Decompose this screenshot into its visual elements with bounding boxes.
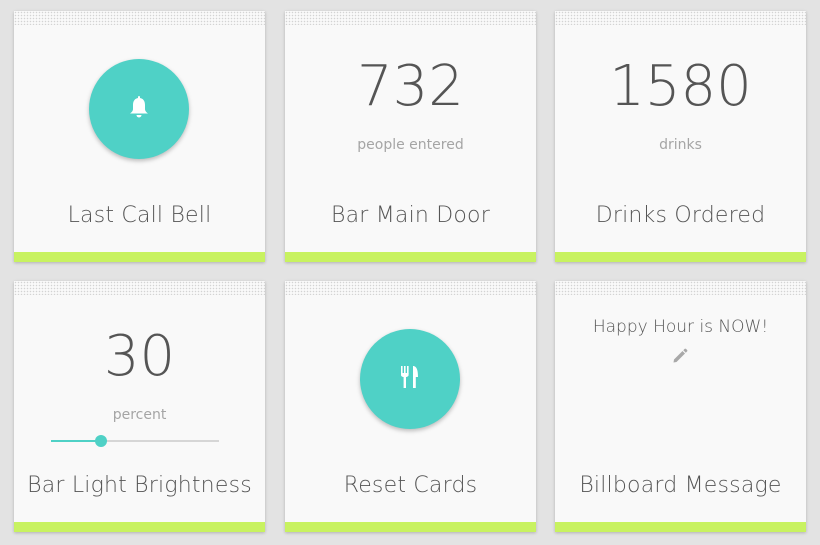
card-header-texture — [285, 11, 536, 25]
card-title: Reset Cards — [343, 473, 478, 498]
card-accent-bar — [555, 522, 806, 532]
card-title: Last Call Bell — [67, 203, 212, 228]
bell-icon — [128, 95, 150, 123]
card-accent-bar — [14, 522, 265, 532]
card-accent-bar — [14, 252, 265, 262]
card-title: Drinks Ordered — [595, 203, 766, 228]
utensils-icon — [399, 365, 421, 393]
card-header-texture — [285, 281, 536, 295]
card-last-call-bell: Last Call Bell — [14, 11, 265, 262]
brightness-unit: percent — [112, 407, 167, 423]
card-bar-main-door: 732 people entered Bar Main Door — [285, 11, 536, 262]
pencil-icon[interactable] — [671, 347, 689, 365]
card-header-texture — [555, 281, 806, 295]
brightness-slider[interactable] — [51, 434, 219, 448]
billboard-message-text: Happy Hour is NOW! — [592, 317, 769, 337]
card-title: Billboard Message — [579, 473, 782, 498]
card-title: Bar Main Door — [331, 203, 490, 228]
card-accent-bar — [555, 252, 806, 262]
slider-fill — [51, 440, 101, 442]
last-call-bell-button[interactable] — [89, 59, 189, 159]
reset-cards-button[interactable] — [360, 329, 460, 429]
card-accent-bar — [285, 252, 536, 262]
card-billboard-message: Happy Hour is NOW! Billboard Message — [555, 281, 806, 532]
card-title: Bar Light Brightness — [27, 473, 252, 498]
people-entered-unit: people entered — [357, 137, 464, 153]
card-header-texture — [14, 11, 265, 25]
card-drinks-ordered: 1580 drinks Drinks Ordered — [555, 11, 806, 262]
people-entered-value: 732 — [357, 54, 464, 119]
card-header-texture — [555, 11, 806, 25]
drinks-unit: drinks — [659, 137, 702, 153]
drinks-value: 1580 — [609, 54, 752, 119]
slider-thumb[interactable] — [95, 435, 107, 447]
card-reset-cards: Reset Cards — [285, 281, 536, 532]
card-bar-light-brightness: 30 percent Bar Light Brightness — [14, 281, 265, 532]
card-accent-bar — [285, 522, 536, 532]
brightness-value: 30 — [103, 324, 176, 389]
card-header-texture — [14, 281, 265, 295]
